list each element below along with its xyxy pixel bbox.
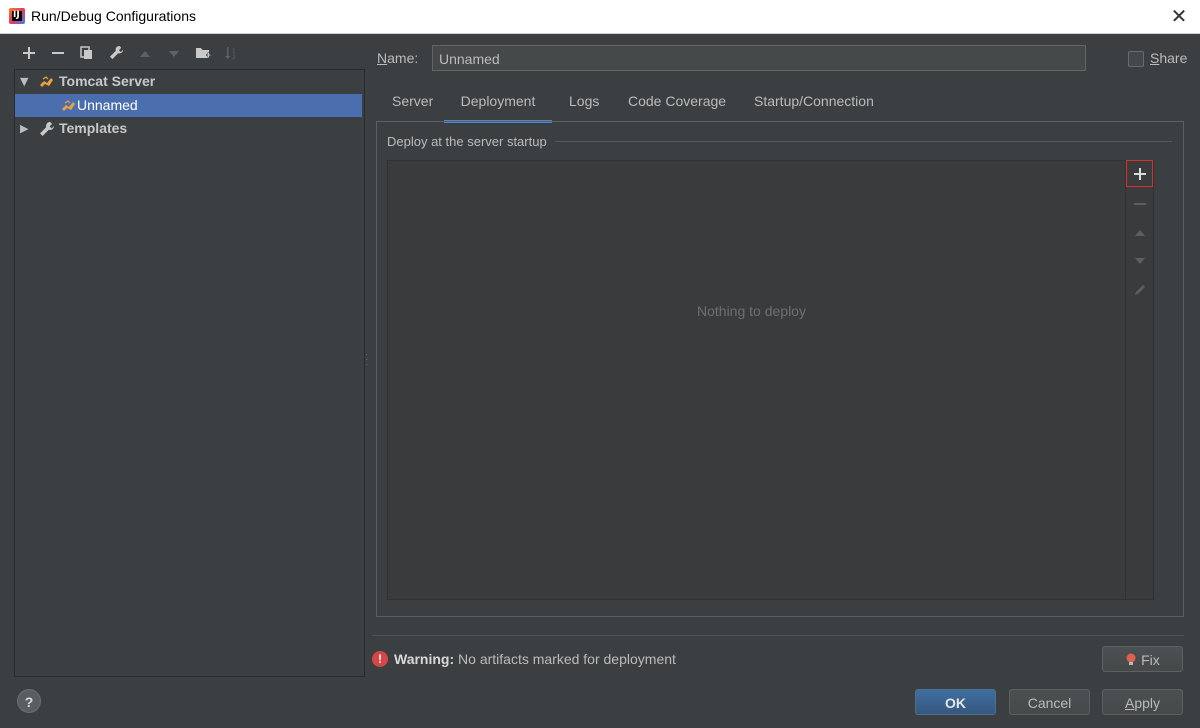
- deployment-list[interactable]: [387, 160, 1154, 600]
- intellij-app-icon: IJ: [9, 8, 25, 24]
- tree-group-label: Tomcat Server: [59, 73, 156, 89]
- copy-icon[interactable]: [76, 44, 98, 66]
- remove-icon[interactable]: [47, 44, 69, 66]
- move-up-icon[interactable]: [134, 44, 156, 66]
- edit-pencil-icon[interactable]: [1126, 277, 1153, 304]
- empty-list-text: Nothing to deploy: [697, 303, 806, 319]
- fix-button[interactable]: Fix: [1102, 646, 1183, 672]
- remove-artifact-icon[interactable]: [1126, 191, 1153, 218]
- lightbulb-icon: [1126, 653, 1136, 665]
- tree-item-unnamed[interactable]: Unnamed: [15, 94, 362, 117]
- error-icon: !: [372, 651, 388, 667]
- footer-divider: [372, 635, 1184, 636]
- deploy-group-title: Deploy at the server startup: [387, 134, 555, 149]
- tab-deployment[interactable]: Deployment: [444, 93, 552, 123]
- svg-text:2: 2: [232, 54, 236, 60]
- splitter-handle[interactable]: · · ·: [365, 350, 369, 370]
- tomcat-icon: [62, 100, 75, 111]
- collapse-arrow-icon[interactable]: ▶: [20, 117, 28, 140]
- name-input[interactable]: Unnamed: [432, 45, 1086, 71]
- move-down-icon[interactable]: [1126, 248, 1153, 275]
- tree-group-templates[interactable]: ▶ Templates: [15, 117, 362, 140]
- cancel-button[interactable]: Cancel: [1009, 689, 1090, 715]
- name-label: Name:: [377, 50, 419, 66]
- templates-label: Templates: [59, 120, 128, 136]
- sort-icon[interactable]: 12: [221, 44, 243, 66]
- apply-button[interactable]: Apply: [1102, 689, 1183, 715]
- tab-server[interactable]: Server: [392, 93, 433, 120]
- expand-arrow-icon[interactable]: ▼: [20, 70, 28, 93]
- move-up-icon[interactable]: [1126, 220, 1153, 247]
- window-title: Run/Debug Configurations: [31, 8, 196, 24]
- ok-button[interactable]: OK: [915, 689, 996, 715]
- share-label[interactable]: Share: [1150, 50, 1187, 66]
- wrench-icon[interactable]: [105, 44, 127, 66]
- new-folder-icon[interactable]: [192, 44, 214, 66]
- warning-message: Warning: No artifacts marked for deploym…: [394, 651, 676, 667]
- close-icon[interactable]: ✕: [1168, 5, 1190, 27]
- tab-startup-connection[interactable]: Startup/Connection: [754, 93, 874, 120]
- tab-logs[interactable]: Logs: [569, 93, 599, 120]
- title-bar: IJ Run/Debug Configurations ✕: [0, 0, 1200, 34]
- configuration-tree: ▼ Tomcat Server Unnamed ▶ Templates: [14, 69, 365, 677]
- tab-code-coverage[interactable]: Code Coverage: [628, 93, 726, 120]
- config-toolbar: 12: [14, 44, 364, 68]
- tree-group-tomcat-server[interactable]: ▼ Tomcat Server: [15, 70, 362, 93]
- add-artifact-button[interactable]: [1126, 160, 1153, 187]
- tree-item-label: Unnamed: [77, 97, 138, 113]
- help-button[interactable]: ?: [17, 689, 41, 713]
- move-down-icon[interactable]: [163, 44, 185, 66]
- wrench-icon: [40, 122, 54, 136]
- share-checkbox[interactable]: [1128, 51, 1144, 67]
- add-icon[interactable]: [18, 44, 40, 66]
- tomcat-icon: [40, 76, 53, 87]
